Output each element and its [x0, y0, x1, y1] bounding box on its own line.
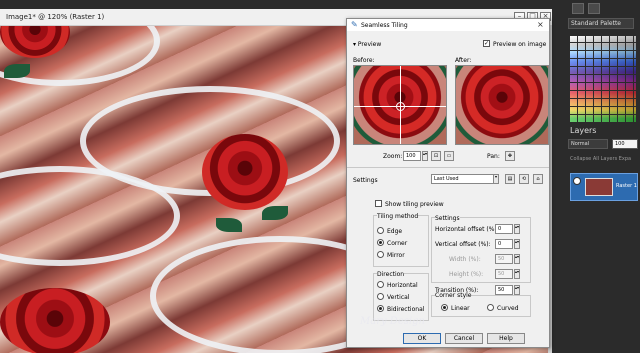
- direction-horizontal-radio[interactable]: [377, 281, 384, 288]
- horizontal-offset-label: Horizontal offset (%):: [435, 226, 499, 233]
- height-stepper: ▴▾: [514, 269, 520, 279]
- corner-style-title: Corner style: [435, 292, 472, 299]
- transition-stepper[interactable]: ▴▾: [514, 285, 520, 295]
- preview-section-toggle[interactable]: ▾ Preview: [353, 41, 381, 48]
- zoom-stepper[interactable]: ▴▾: [422, 151, 428, 161]
- vertical-offset-stepper[interactable]: ▴▾: [514, 239, 520, 249]
- direction-vertical-label: Vertical: [387, 294, 410, 301]
- help-button[interactable]: Help: [487, 333, 525, 344]
- layer-thumbnail: [585, 178, 613, 196]
- image-window-title: Image1* @ 120% (Raster 1): [6, 13, 105, 21]
- corner-linear-radio[interactable]: [441, 304, 448, 311]
- horizontal-offset-stepper[interactable]: ▴▾: [514, 224, 520, 234]
- vertical-offset-label: Vertical offset (%):: [435, 241, 491, 248]
- layout-icon[interactable]: [588, 3, 600, 14]
- direction-bidirectional-label: Bidirectional: [387, 306, 425, 313]
- tiling-method-title: Tiling method: [377, 213, 419, 220]
- corner-curved-radio[interactable]: [487, 304, 494, 311]
- settings-preset-select[interactable]: Last Used: [431, 174, 499, 184]
- pan-label: Pan:: [487, 153, 500, 160]
- rose-image: [0, 288, 110, 353]
- dialog-titlebar[interactable]: ✎ Seamless Tiling ×: [347, 19, 549, 31]
- offset-settings-title: Settings: [435, 215, 460, 222]
- collapse-all-layers[interactable]: Collapse All Layers Expa: [570, 156, 631, 162]
- zoom-input[interactable]: 100: [403, 151, 421, 161]
- show-tiling-preview-checkbox[interactable]: [375, 200, 382, 207]
- corner-curved-label: Curved: [497, 305, 519, 312]
- after-label: After:: [455, 57, 472, 64]
- layers-panel: Layers Normal 100 Collapse All Layers Ex…: [566, 123, 640, 353]
- horizontal-offset-input[interactable]: 0: [495, 224, 513, 234]
- reset-icon[interactable]: ⟲: [519, 174, 529, 184]
- materials-palette: Standard Palette: [566, 17, 640, 123]
- layers-title: Layers: [570, 126, 597, 135]
- tiling-corner-label: Corner: [387, 240, 408, 247]
- opacity-input[interactable]: 100: [612, 139, 638, 149]
- crosshair-icon[interactable]: [396, 102, 405, 111]
- paint-app-icon: ✎: [351, 20, 358, 29]
- grid-icon[interactable]: [572, 3, 584, 14]
- settings-label: Settings: [353, 177, 378, 184]
- before-preview[interactable]: [353, 65, 447, 145]
- width-stepper: ▴▾: [514, 254, 520, 264]
- layer-row[interactable]: Raster 1: [570, 173, 638, 201]
- cancel-button[interactable]: Cancel: [445, 333, 483, 344]
- width-input: 50: [495, 254, 513, 264]
- tiling-mirror-label: Mirror: [387, 252, 405, 259]
- direction-title: Direction: [377, 271, 405, 278]
- direction-vertical-radio[interactable]: [377, 293, 384, 300]
- seamless-tiling-dialog: ✎ Seamless Tiling × ▾ Preview ✓ Preview …: [346, 18, 550, 348]
- palette-select[interactable]: Standard Palette: [568, 18, 634, 29]
- vertical-offset-input[interactable]: 0: [495, 239, 513, 249]
- close-icon[interactable]: ×: [537, 20, 544, 29]
- width-label: Width (%):: [449, 256, 481, 263]
- color-swatches[interactable]: [570, 36, 636, 122]
- zoom-label: Zoom:: [383, 153, 403, 160]
- transition-input[interactable]: 50: [495, 285, 513, 295]
- expand-all-layers[interactable]: Expa: [619, 156, 631, 162]
- height-input: 50: [495, 269, 513, 279]
- blend-mode-select[interactable]: Normal: [568, 139, 608, 149]
- home-icon[interactable]: ⌂: [533, 174, 543, 184]
- show-tiling-preview-label: Show tiling preview: [385, 201, 444, 208]
- tiling-corner-radio[interactable]: [377, 239, 384, 246]
- tiling-edge-radio[interactable]: [377, 227, 384, 234]
- height-label: Height (%):: [449, 271, 484, 278]
- panel-toolbar: [552, 0, 640, 17]
- before-label: Before:: [353, 57, 375, 64]
- rose-image: [202, 134, 288, 210]
- preview-on-image-checkbox[interactable]: ✓: [483, 40, 490, 47]
- dialog-title: Seamless Tiling: [361, 22, 408, 29]
- ok-button[interactable]: OK: [403, 333, 441, 344]
- layer-name: Raster 1: [616, 183, 637, 189]
- chevron-down-icon[interactable]: ▾: [493, 174, 499, 184]
- tiling-edge-label: Edge: [387, 228, 403, 235]
- watermark: Mary Design: [360, 316, 425, 327]
- tiling-mirror-radio[interactable]: [377, 251, 384, 258]
- corner-linear-label: Linear: [451, 305, 470, 312]
- preview-on-image-label: Preview on image: [493, 41, 547, 48]
- save-preset-icon[interactable]: ▤: [505, 174, 515, 184]
- direction-horizontal-label: Horizontal: [387, 282, 418, 289]
- zoom-actual-icon[interactable]: ▭: [444, 151, 454, 161]
- after-preview: [455, 65, 549, 145]
- zoom-fit-icon[interactable]: ⊡: [431, 151, 441, 161]
- direction-bidirectional-radio[interactable]: [377, 305, 384, 312]
- pan-icon[interactable]: ✥: [505, 151, 515, 161]
- visibility-icon[interactable]: [573, 177, 581, 185]
